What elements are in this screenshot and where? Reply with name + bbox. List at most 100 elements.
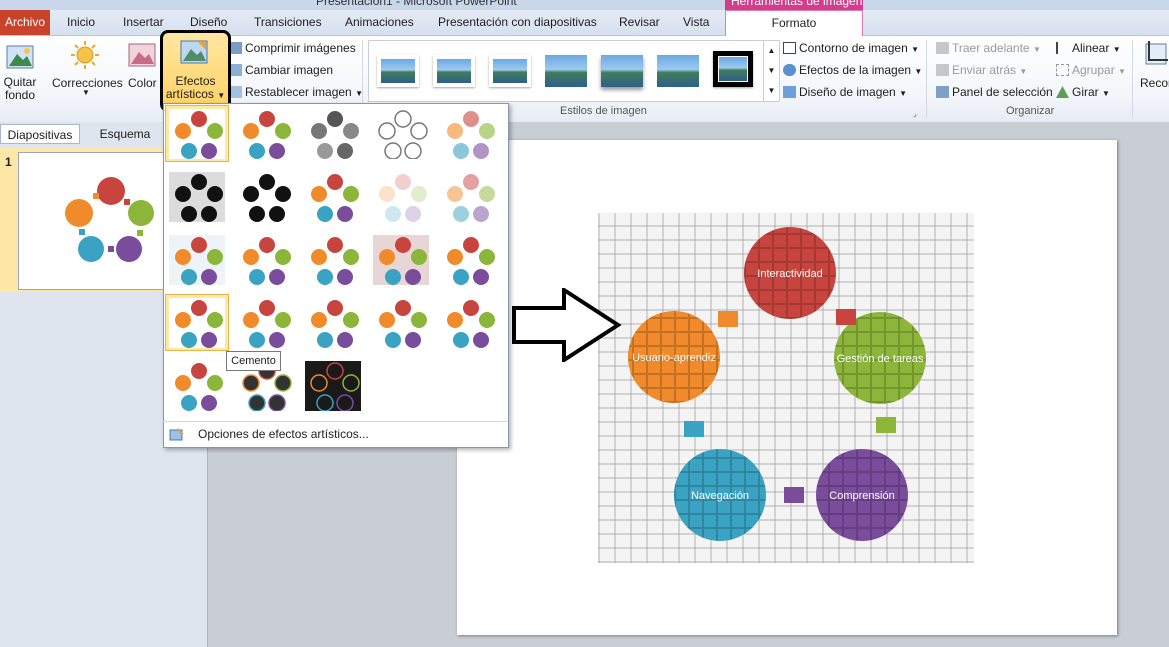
bring-forward-button[interactable]: Traer adelante ▼	[936, 39, 1041, 57]
artistic-effects-label-line2: artísticos ▼	[165, 87, 226, 101]
artistic-effect-thumbnail[interactable]	[234, 295, 296, 350]
artistic-effect-thumbnail[interactable]	[165, 105, 229, 162]
artistic-effects-button[interactable]: Efectos artísticos ▼	[160, 30, 231, 112]
tab-revisar[interactable]: Revisar	[619, 10, 660, 35]
picture-style-3[interactable]	[489, 55, 531, 87]
diagram-arrow	[784, 487, 804, 503]
diagram-circle-label: Comprensión	[829, 490, 894, 502]
artistic-effect-thumbnail[interactable]	[166, 169, 228, 224]
artistic-effect-thumbnail[interactable]	[438, 106, 500, 161]
artistic-effect-thumbnail[interactable]	[302, 358, 364, 413]
tooltip-cemento: Cemento	[226, 351, 281, 371]
picture-border-icon	[783, 42, 796, 54]
rotate-button[interactable]: Girar ▼	[1056, 83, 1110, 101]
artistic-effect-thumbnail[interactable]	[302, 232, 364, 287]
tab-vista[interactable]: Vista	[683, 10, 709, 35]
picture-layout-icon	[783, 86, 796, 98]
artistic-effects-icon	[180, 39, 210, 67]
color-picture-icon	[127, 40, 157, 70]
remove-background-button[interactable]: Quitar fondo	[0, 76, 40, 102]
artistic-effect-thumbnail[interactable]	[234, 106, 296, 161]
styles-group-label: Estilos de imagen	[560, 105, 647, 117]
picture-style-1[interactable]	[377, 55, 419, 87]
tab-archivo[interactable]: Archivo	[0, 10, 50, 35]
tab-formato[interactable]: Formato	[725, 10, 863, 36]
diagram-circle-label: Usuario-aprendiz	[632, 352, 716, 364]
diagram-circle-label: Interactividad	[757, 268, 822, 280]
picture-styles-gallery[interactable]: ▲ ▼ ▼	[368, 40, 780, 102]
picture-border-button[interactable]: Contorno de imagen ▼	[783, 39, 919, 57]
effects-grid	[165, 105, 506, 422]
artistic-effect-thumbnail[interactable]	[302, 169, 364, 224]
corrections-sun-icon	[70, 40, 100, 70]
align-button[interactable]: Alinear ▼	[1056, 39, 1121, 57]
tab-inicio[interactable]: Inicio	[67, 10, 95, 35]
artistic-effect-thumbnail[interactable]	[370, 106, 432, 161]
effects-options-label: Opciones de efectos artísticos...	[198, 427, 369, 441]
crop-icon	[1143, 40, 1169, 70]
organize-group-label: Organizar	[1006, 105, 1055, 117]
tab-presentacion[interactable]: Presentación con diapositivas	[438, 10, 597, 35]
group-icon	[1056, 64, 1069, 76]
artistic-effect-thumbnail[interactable]	[302, 295, 364, 350]
picture-layout-button[interactable]: Diseño de imagen ▼	[783, 83, 907, 101]
tab-animaciones[interactable]: Animaciones	[345, 10, 414, 35]
slide-thumbnail-1[interactable]	[18, 152, 180, 290]
picture-style-7[interactable]	[713, 51, 753, 87]
picture-style-5[interactable]	[601, 55, 643, 87]
send-backward-icon	[936, 64, 949, 76]
artistic-effect-thumbnail[interactable]	[234, 232, 296, 287]
artistic-effect-thumbnail[interactable]	[165, 294, 229, 351]
right-arrow-annotation-icon	[512, 286, 622, 364]
picture-style-4[interactable]	[545, 55, 587, 87]
tab-esquema[interactable]: Esquema	[85, 124, 165, 144]
artistic-effect-thumbnail[interactable]	[302, 106, 364, 161]
picture-style-6[interactable]	[657, 55, 699, 87]
align-icon	[1056, 42, 1069, 54]
artistic-effect-thumbnail[interactable]	[166, 358, 228, 413]
bring-forward-icon	[936, 42, 949, 54]
tab-transiciones[interactable]: Transiciones	[254, 10, 322, 35]
artistic-effect-thumbnail[interactable]	[234, 169, 296, 224]
color-button[interactable]: Color	[128, 76, 157, 90]
artistic-effect-thumbnail[interactable]	[438, 295, 500, 350]
artistic-effect-thumbnail[interactable]	[166, 232, 228, 287]
rotate-icon	[1056, 86, 1069, 98]
picture-effects-button[interactable]: Efectos de la imagen ▼	[783, 61, 922, 79]
artistic-effect-thumbnail[interactable]	[438, 169, 500, 224]
diagram-arrow	[836, 309, 856, 325]
diagram-arrow	[718, 311, 738, 327]
window-title: Presentación1 - Microsoft PowerPoint	[316, 0, 517, 8]
tab-insertar[interactable]: Insertar	[123, 10, 164, 35]
selection-pane-icon	[936, 86, 949, 98]
tab-diapositivas[interactable]: Diapositivas	[0, 124, 80, 144]
artistic-effect-thumbnail[interactable]	[370, 232, 432, 287]
reset-picture-button[interactable]: Restablecer imagen ▼	[229, 83, 363, 101]
selection-pane-button[interactable]: Panel de selección	[936, 83, 1053, 101]
artistic-effect-thumbnail[interactable]	[438, 232, 500, 287]
artistic-effect-thumbnail[interactable]	[370, 169, 432, 224]
styles-dialog-launcher-icon[interactable]: ⌟	[913, 109, 917, 118]
crop-button[interactable]: Recor	[1140, 76, 1169, 90]
title-bar: Presentación1 - Microsoft PowerPoint	[0, 0, 1169, 10]
artistic-effect-thumbnail[interactable]	[370, 295, 432, 350]
remove-background-icon	[5, 42, 35, 72]
context-tools-label: Herramientas de imagen	[731, 0, 863, 8]
picture-style-2[interactable]	[433, 55, 475, 87]
send-backward-button[interactable]: Enviar atrás ▼	[936, 61, 1027, 79]
picture-effects-icon	[783, 64, 796, 76]
slide-number: 1	[5, 155, 12, 169]
effects-options-icon	[169, 426, 185, 442]
compress-pictures-button[interactable]: Comprimir imágenes	[229, 39, 356, 57]
gallery-scroll-icon[interactable]: ▲ ▼ ▼	[763, 41, 779, 101]
cement-effect-picture[interactable]: Interactividad Gestión de tareas Comprensi…	[598, 213, 974, 563]
diagram-arrow	[684, 421, 704, 437]
context-tools-band: Herramientas de imagen	[725, 0, 863, 10]
artistic-effects-gallery	[163, 103, 509, 448]
group-button[interactable]: Agrupar ▼	[1056, 61, 1126, 79]
corrections-dropdown-icon[interactable]: ▼	[82, 88, 90, 97]
diagram-circle-label: Gestión de tareas	[837, 353, 924, 365]
diagram-arrow	[876, 417, 896, 433]
artistic-effects-options-item[interactable]: Opciones de efectos artísticos...	[163, 421, 507, 447]
change-picture-button[interactable]: Cambiar imagen	[229, 61, 333, 79]
